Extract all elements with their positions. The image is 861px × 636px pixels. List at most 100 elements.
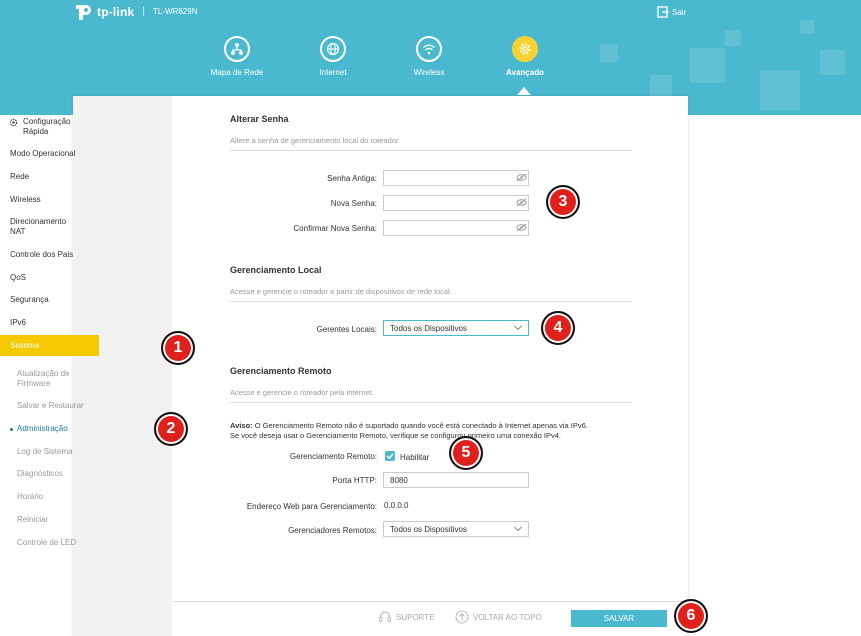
sidebar-subitem-led-control[interactable]: Controle de LED	[0, 538, 99, 548]
sidebar-subitem-diagnostics[interactable]: Diagnósticos	[0, 469, 99, 479]
nav-label: Wireless	[413, 68, 445, 77]
old-password-field[interactable]	[383, 170, 529, 186]
remote-section-description: Acesse e gerencie o roteador pela Intern…	[230, 388, 374, 397]
password-section-description: Altere a senha de gerenciamento local do…	[230, 136, 401, 145]
sidebar-subitem-backup-restore[interactable]: Salvar e Restaurar	[0, 401, 99, 411]
sidebar-subitem-administration[interactable]: Administração	[0, 424, 99, 434]
remote-managers-select[interactable]: Todos os Dispositivos	[383, 521, 529, 537]
hide-password-icon[interactable]	[516, 223, 527, 232]
sidebar-item-system[interactable]: Sistema	[0, 335, 99, 356]
local-section-title: Gerenciamento Local	[230, 265, 322, 275]
sidebar-subitem-label: Diagnósticos	[17, 469, 63, 478]
globe-icon	[320, 36, 346, 62]
confirm-password-field[interactable]	[383, 220, 529, 236]
nav-internet[interactable]: Internet	[293, 36, 373, 77]
annotation-badge-1: 1	[161, 331, 195, 365]
sidebar-subitem-system-log[interactable]: Log de Sistema	[0, 447, 99, 457]
hide-password-icon[interactable]	[516, 173, 527, 182]
warning-line-2: Se você deseja usar o Gerenciamento Remo…	[230, 430, 562, 440]
web-address-value: 0.0.0.0	[384, 501, 409, 510]
sidebar-item-parental-controls[interactable]: Controle dos Pais	[0, 250, 99, 260]
wifi-icon	[416, 36, 442, 62]
model-name: TL-WR829N	[153, 7, 198, 16]
local-managers-select[interactable]: Todos os Dispositivos	[383, 320, 529, 336]
decor-square	[690, 48, 725, 83]
sidebar-item-wireless[interactable]: Wireless	[0, 195, 99, 205]
sidebar-item-label: Controle dos Pais	[10, 250, 74, 259]
nav-network-map[interactable]: Mapa de Rede	[197, 36, 277, 77]
section-divider	[230, 301, 632, 302]
save-button[interactable]: SALVAR	[571, 610, 667, 627]
headset-icon	[379, 611, 391, 622]
chevron-down-icon	[514, 325, 522, 331]
nav-label: Mapa de Rede	[210, 68, 264, 77]
sidebar-subitem-time[interactable]: Horário	[0, 492, 99, 502]
brand-separator: |	[142, 6, 146, 17]
remote-managers-value: Todos os Dispositivos	[390, 525, 467, 534]
back-to-top-link[interactable]: VOLTAR AO TOPO	[455, 610, 542, 624]
enable-remote-checkbox[interactable]	[385, 451, 395, 461]
sidebar-subitem-reboot[interactable]: Reiniciar	[0, 515, 99, 525]
decor-square	[800, 20, 814, 34]
sidebar-item-qos[interactable]: QoS	[0, 273, 99, 283]
hide-password-icon[interactable]	[516, 198, 527, 207]
sidebar-subitem-label: Reiniciar	[17, 515, 49, 524]
nav-label: Avançado	[506, 68, 544, 77]
confirm-password-label: Confirmar Nova Senha:	[293, 224, 377, 233]
http-port-field[interactable]	[383, 472, 529, 488]
sidebar-item-operation-mode[interactable]: Modo Operacional	[0, 149, 99, 159]
sidebar-item-nat-forwarding[interactable]: Direcionamento NAT	[0, 217, 80, 237]
tp-link-logo-icon	[76, 5, 91, 20]
logout-label: Sair	[672, 7, 687, 17]
sidebar-item-label: QoS	[10, 273, 27, 282]
remote-section-title: Gerenciamento Remoto	[230, 366, 332, 376]
sidebar-item-quick-setup[interactable]: Configuração Rápida	[0, 117, 99, 137]
new-password-field[interactable]	[383, 195, 529, 211]
sidebar-item-network[interactable]: Rede	[0, 172, 99, 182]
annotation-badge-4: 4	[541, 311, 575, 345]
warning-prefix: Aviso:	[230, 421, 253, 430]
decor-square	[760, 70, 800, 110]
http-port-label: Porta HTTP:	[332, 476, 377, 485]
decor-square	[650, 75, 672, 97]
chevron-down-icon	[514, 526, 522, 532]
tp-link-logo[interactable]: tp-link | TL-WR829N	[74, 3, 197, 20]
sidebar-item-label: Direcionamento NAT	[10, 217, 67, 236]
sidebar-item-label: IPv6	[10, 318, 27, 327]
network-map-icon	[224, 36, 250, 62]
annotation-badge-3: 3	[546, 185, 580, 219]
annotation-badge-2: 2	[154, 412, 188, 446]
annotation-badge-5: 5	[449, 436, 483, 470]
local-section-description: Acesse e gerencie o roteador a partir de…	[230, 287, 452, 296]
sidebar-item-ipv6[interactable]: IPv6	[0, 318, 99, 328]
old-password-label: Senha Antiga:	[327, 174, 377, 183]
sidebar-item-label: Modo Operacional	[10, 149, 76, 158]
gear-icon	[512, 36, 538, 62]
local-managers-label: Gerentes Locais:	[316, 325, 377, 334]
sidebar-subitem-label: Controle de LED	[17, 538, 77, 547]
sidebar-subitem-firmware-upgrade[interactable]: Atualização de Firmware	[0, 369, 80, 389]
brand-name: tp-link	[97, 4, 135, 19]
sidebar-item-security[interactable]: Segurança	[0, 295, 99, 305]
sidebar-item-label: Configuração Rápida	[23, 117, 71, 136]
remote-warning: Aviso: O Gerenciamento Remoto não é supo…	[230, 421, 640, 440]
sidebar-item-label: Wireless	[10, 195, 41, 204]
section-divider	[230, 150, 632, 151]
sidebar-subitem-label: Salvar e Restaurar	[17, 401, 84, 410]
nav-label: Internet	[319, 68, 347, 77]
nav-advanced[interactable]: Avançado	[485, 36, 565, 77]
nav-wireless[interactable]: Wireless	[389, 36, 469, 77]
warning-line-1: O Gerenciamento Remoto não é suportado q…	[254, 421, 588, 430]
checkmark-icon	[386, 453, 394, 460]
remote-management-label: Gerenciamento Remoto:	[289, 452, 377, 461]
logout-button[interactable]: Sair	[657, 6, 686, 18]
annotation-badge-6: 6	[674, 599, 708, 633]
local-managers-value: Todos os Dispositivos	[390, 324, 467, 333]
support-link[interactable]: SUPORTE	[378, 610, 435, 624]
sidebar-subitem-label: Atualização de Firmware	[17, 369, 70, 388]
sidebar-item-label: Rede	[10, 172, 30, 181]
decor-square	[600, 44, 618, 62]
sidebar-item-label: Segurança	[10, 295, 49, 304]
current-bullet-icon	[10, 428, 13, 431]
enable-remote-label: Habilitar	[400, 453, 430, 462]
